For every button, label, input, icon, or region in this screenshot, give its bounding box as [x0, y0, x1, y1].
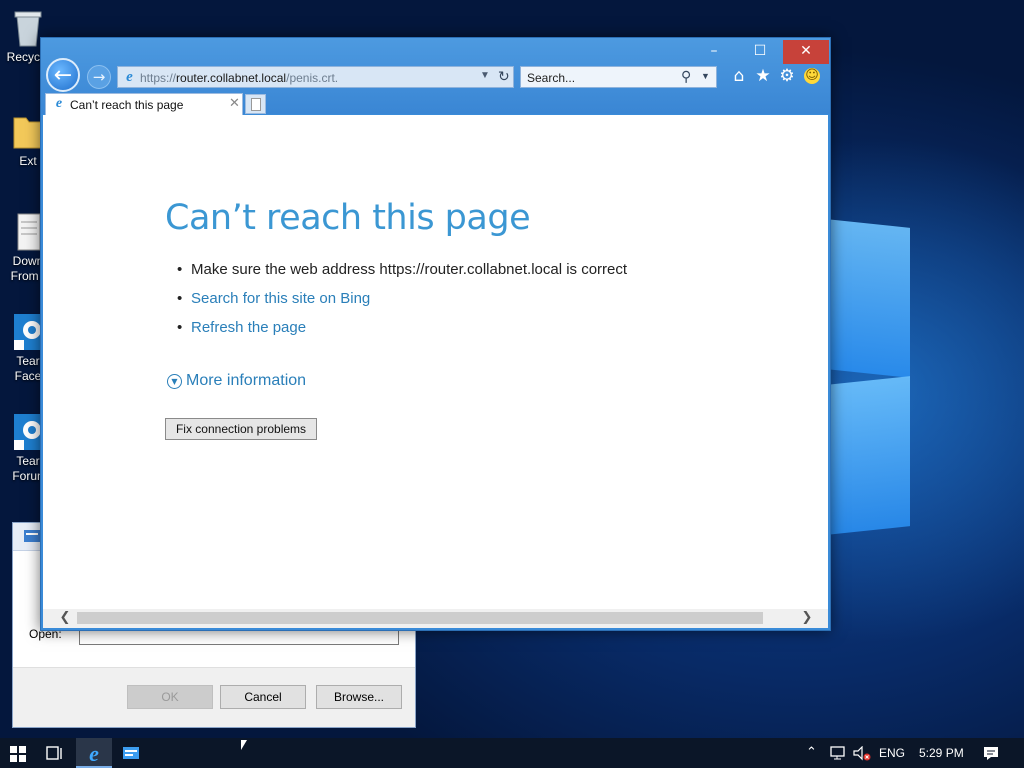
run-app-icon: [123, 747, 139, 759]
home-icon[interactable]: ⌂: [729, 66, 749, 86]
cancel-button[interactable]: Cancel: [220, 685, 306, 709]
taskbar: e ⌃ ENG 5:29 PM: [0, 738, 1024, 768]
volume-muted-icon[interactable]: [852, 746, 872, 761]
fix-connection-button[interactable]: Fix connection problems: [165, 418, 317, 440]
gear-icon[interactable]: ⚙: [777, 66, 797, 86]
address-dropdown-icon[interactable]: ▼: [480, 70, 490, 81]
close-button[interactable]: ✕: [783, 40, 829, 64]
favorites-star-icon[interactable]: ★: [753, 66, 773, 86]
minimize-button[interactable]: –: [692, 40, 736, 64]
refresh-icon[interactable]: ↻: [498, 68, 510, 85]
bullet: •: [177, 261, 183, 278]
address-url[interactable]: https://router.collabnet.local/penis.crt…: [140, 71, 338, 85]
list-item: • Make sure the web address https://route…: [177, 261, 628, 278]
tab-close-icon[interactable]: ✕: [229, 96, 240, 111]
url-path: /penis.crt.: [286, 71, 339, 85]
scroll-right-icon[interactable]: ❯: [799, 610, 815, 626]
refresh-page-link[interactable]: Refresh the page: [191, 319, 306, 336]
tab-cant-reach[interactable]: e Can’t reach this page ✕: [45, 93, 243, 115]
arrow-right-icon: →: [92, 68, 106, 86]
internet-explorer-window: – ☐ ✕ ← → e https://router.collabnet.loc…: [40, 37, 831, 631]
address-bar[interactable]: e https://router.collabnet.local/penis.c…: [117, 66, 514, 88]
ok-button[interactable]: OK: [127, 685, 213, 709]
suggestion-list: • Make sure the web address https://route…: [177, 261, 628, 349]
bullet: •: [177, 319, 183, 336]
new-tab-button[interactable]: [245, 94, 266, 114]
back-button[interactable]: ←: [46, 58, 80, 92]
action-center-icon[interactable]: [983, 746, 999, 761]
desktop-icon-label: Ext: [19, 154, 37, 168]
arrow-left-icon: ←: [53, 63, 73, 88]
task-view-icon: [46, 746, 62, 760]
horizontal-scrollbar[interactable]: ❮ ❯: [43, 609, 828, 628]
taskbar-internet-explorer[interactable]: e: [76, 738, 112, 768]
search-dropdown-icon[interactable]: ▼: [701, 71, 710, 81]
scroll-thumb[interactable]: [77, 612, 763, 624]
internet-explorer-icon: e: [89, 741, 99, 766]
more-information-toggle[interactable]: ▼ More information: [167, 372, 306, 390]
search-box[interactable]: ⚲ ▼: [520, 66, 717, 88]
forward-button[interactable]: →: [87, 65, 111, 89]
network-icon[interactable]: [830, 746, 848, 760]
search-bing-link[interactable]: Search for this site on Bing: [191, 290, 370, 307]
list-item[interactable]: • Search for this site on Bing: [177, 290, 627, 307]
start-button[interactable]: [0, 738, 36, 768]
task-view-button[interactable]: [38, 738, 72, 768]
page-content: Can’t reach this page • Make sure the web…: [43, 115, 828, 609]
chevron-down-icon: ▼: [167, 374, 182, 389]
more-information-label: More information: [186, 372, 307, 389]
clock[interactable]: 5:29 PM: [919, 746, 964, 760]
input-language[interactable]: ENG: [879, 746, 905, 760]
search-icon[interactable]: ⚲: [681, 68, 691, 85]
url-host: router.collabnet.local: [176, 71, 287, 85]
new-tab-icon: [251, 98, 261, 111]
taskbar-run-app[interactable]: [114, 738, 148, 768]
url-scheme: https://: [140, 71, 177, 85]
ie-favicon-icon: e: [55, 96, 63, 111]
search-input[interactable]: [527, 70, 677, 85]
mouse-cursor: [241, 740, 247, 750]
list-item[interactable]: • Refresh the page: [177, 319, 627, 336]
bullet: •: [177, 290, 183, 307]
show-hidden-icons-chevron[interactable]: ⌃: [806, 744, 817, 760]
suggestion-text: Make sure the web address https://router…: [191, 261, 628, 278]
maximize-button[interactable]: ☐: [738, 40, 782, 64]
scroll-left-icon[interactable]: ❮: [57, 610, 73, 626]
ie-favicon-icon: e: [126, 69, 133, 85]
tab-title: Can’t reach this page: [70, 98, 184, 112]
feedback-smiley-icon[interactable]: ☺: [804, 68, 820, 84]
run-app-icon: [24, 530, 40, 542]
browse-button[interactable]: Browse...: [316, 685, 402, 709]
windows-start-icon: [10, 746, 26, 762]
page-title: Can’t reach this page: [165, 198, 531, 238]
